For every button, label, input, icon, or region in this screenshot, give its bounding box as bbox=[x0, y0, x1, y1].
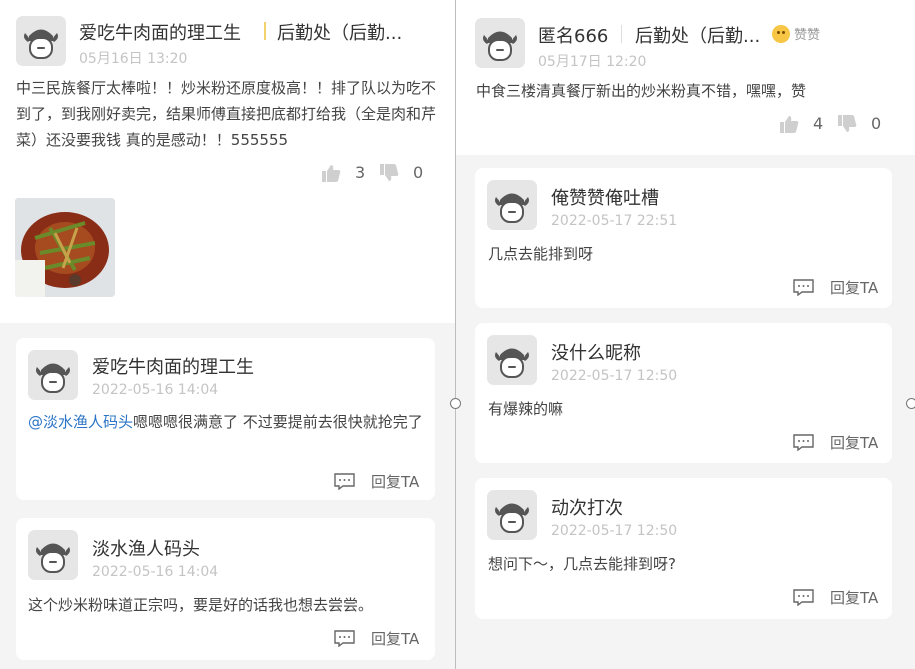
reply-content: @淡水渔人码头嗯嗯嗯很满意了 不过要提前去很快就抢完了 bbox=[28, 409, 423, 435]
reply-card: 俺赞赞俺吐槽 2022-05-17 22:51 几点去能排到呀 回复TA bbox=[475, 168, 892, 308]
avatar[interactable] bbox=[487, 180, 537, 230]
post-photo[interactable] bbox=[15, 198, 115, 297]
reply-text: 几点去能排到呀 bbox=[488, 245, 594, 263]
post-department[interactable]: 后勤处（后勤... bbox=[277, 19, 402, 45]
reply-card: 没什么昵称 2022-05-17 12:50 有爆辣的嘛 回复TA bbox=[475, 323, 892, 463]
comment-icon bbox=[793, 589, 814, 606]
post-date: 05月16日 13:20 bbox=[79, 51, 188, 67]
post-author[interactable]: 匿名666 bbox=[538, 22, 608, 48]
like-button[interactable]: 3 bbox=[322, 163, 365, 182]
reply-text: 嗯嗯嗯很满意了 不过要提前去很快就抢完了 bbox=[133, 413, 423, 431]
avatar-icon bbox=[475, 18, 525, 68]
comment-icon bbox=[334, 630, 355, 647]
thumbs-up-icon bbox=[322, 164, 341, 182]
like-count: 3 bbox=[355, 163, 366, 182]
reply-card: 淡水渔人码头 2022-05-16 14:04 这个炒米粉味道正宗吗，要是好的话… bbox=[16, 518, 435, 660]
reply-time: 2022-05-16 14:04 bbox=[92, 564, 219, 580]
mention-link[interactable]: @淡水渔人码头 bbox=[28, 413, 133, 431]
emoji-badge-icon bbox=[772, 24, 790, 43]
reply-text: 有爆辣的嘛 bbox=[488, 400, 564, 418]
reply-author[interactable]: 爱吃牛肉面的理工生 bbox=[92, 353, 254, 379]
comment-icon bbox=[793, 434, 814, 451]
separator bbox=[264, 22, 266, 40]
avatar-icon bbox=[487, 490, 537, 540]
left-column: 爱吃牛肉面的理工生 后勤处（后勤... 05月16日 13:20 中三民族餐厅太… bbox=[0, 0, 455, 669]
reply-time: 2022-05-17 12:50 bbox=[551, 368, 678, 384]
post-author[interactable]: 爱吃牛肉面的理工生 bbox=[79, 19, 241, 45]
reply-button[interactable]: 回复TA bbox=[334, 471, 419, 492]
dislike-button[interactable]: 0 bbox=[380, 163, 423, 182]
reply-card: 爱吃牛肉面的理工生 2022-05-16 14:04 @淡水渔人码头嗯嗯嗯很满意… bbox=[16, 338, 435, 500]
avatar-icon bbox=[28, 530, 78, 580]
thumbs-up-icon bbox=[780, 115, 799, 133]
comment-icon bbox=[793, 279, 814, 296]
thumbs-down-icon bbox=[838, 114, 857, 132]
avatar-icon bbox=[487, 180, 537, 230]
post-content: 中食三楼清真餐厅新出的炒米粉真不错，嘿嘿，赞 bbox=[476, 82, 807, 100]
comment-icon bbox=[334, 473, 355, 490]
post-card: 匿名666 后勤处（后勤... 赞赞 05月17日 12:20 中食三楼清真餐厅… bbox=[456, 0, 915, 155]
dislike-count: 0 bbox=[871, 114, 882, 133]
avatar[interactable] bbox=[487, 490, 537, 540]
dislike-count: 0 bbox=[413, 163, 424, 182]
separator bbox=[621, 25, 622, 43]
avatar[interactable] bbox=[28, 530, 78, 580]
avatar[interactable] bbox=[16, 16, 66, 66]
reply-label: 回复TA bbox=[830, 589, 879, 607]
reply-label: 回复TA bbox=[830, 279, 879, 297]
like-button[interactable]: 4 bbox=[780, 114, 823, 133]
avatar[interactable] bbox=[475, 18, 525, 68]
reply-author[interactable]: 没什么昵称 bbox=[551, 339, 641, 365]
badge-label: 赞赞 bbox=[794, 28, 821, 43]
reply-time: 2022-05-17 22:51 bbox=[551, 213, 678, 229]
reply-time: 2022-05-16 14:04 bbox=[92, 382, 219, 398]
reply-card: 动次打次 2022-05-17 12:50 想问下～，几点去能排到呀? 回复TA bbox=[475, 478, 892, 619]
food-image-icon bbox=[15, 198, 115, 297]
thumbs-down-icon bbox=[380, 163, 399, 181]
reply-button[interactable]: 回复TA bbox=[334, 628, 419, 649]
avatar-icon bbox=[16, 16, 66, 66]
avatar-icon bbox=[487, 335, 537, 385]
reply-author[interactable]: 淡水渔人码头 bbox=[92, 535, 200, 561]
reply-label: 回复TA bbox=[371, 630, 420, 648]
post-department[interactable]: 后勤处（后勤... bbox=[635, 22, 760, 48]
dislike-button[interactable]: 0 bbox=[838, 114, 881, 133]
avatar-icon bbox=[28, 350, 78, 400]
reply-label: 回复TA bbox=[830, 434, 879, 452]
avatar[interactable] bbox=[487, 335, 537, 385]
post-content: 中三民族餐厅太棒啦！！炒米粉还原度极高！！排了队以为吃不到了，到我刚好卖完，结果… bbox=[16, 79, 437, 149]
right-column: 匿名666 后勤处（后勤... 赞赞 05月17日 12:20 中食三楼清真餐厅… bbox=[456, 0, 915, 669]
post-date: 05月17日 12:20 bbox=[538, 54, 647, 70]
reply-text: 这个炒米粉味道正宗吗，要是好的话我也想去尝尝。 bbox=[28, 596, 374, 614]
reply-author[interactable]: 俺赞赞俺吐槽 bbox=[551, 184, 659, 210]
post-badge: 赞赞 bbox=[772, 24, 820, 43]
reply-button[interactable]: 回复TA bbox=[793, 432, 878, 453]
reply-text: 想问下～，几点去能排到呀? bbox=[488, 555, 676, 573]
post-card: 爱吃牛肉面的理工生 后勤处（后勤... 05月16日 13:20 中三民族餐厅太… bbox=[0, 0, 455, 323]
reply-author[interactable]: 动次打次 bbox=[551, 494, 623, 520]
reply-button[interactable]: 回复TA bbox=[793, 587, 878, 608]
reply-button[interactable]: 回复TA bbox=[793, 277, 878, 298]
reply-time: 2022-05-17 12:50 bbox=[551, 523, 678, 539]
like-count: 4 bbox=[813, 114, 824, 133]
reply-label: 回复TA bbox=[371, 473, 420, 491]
avatar[interactable] bbox=[28, 350, 78, 400]
